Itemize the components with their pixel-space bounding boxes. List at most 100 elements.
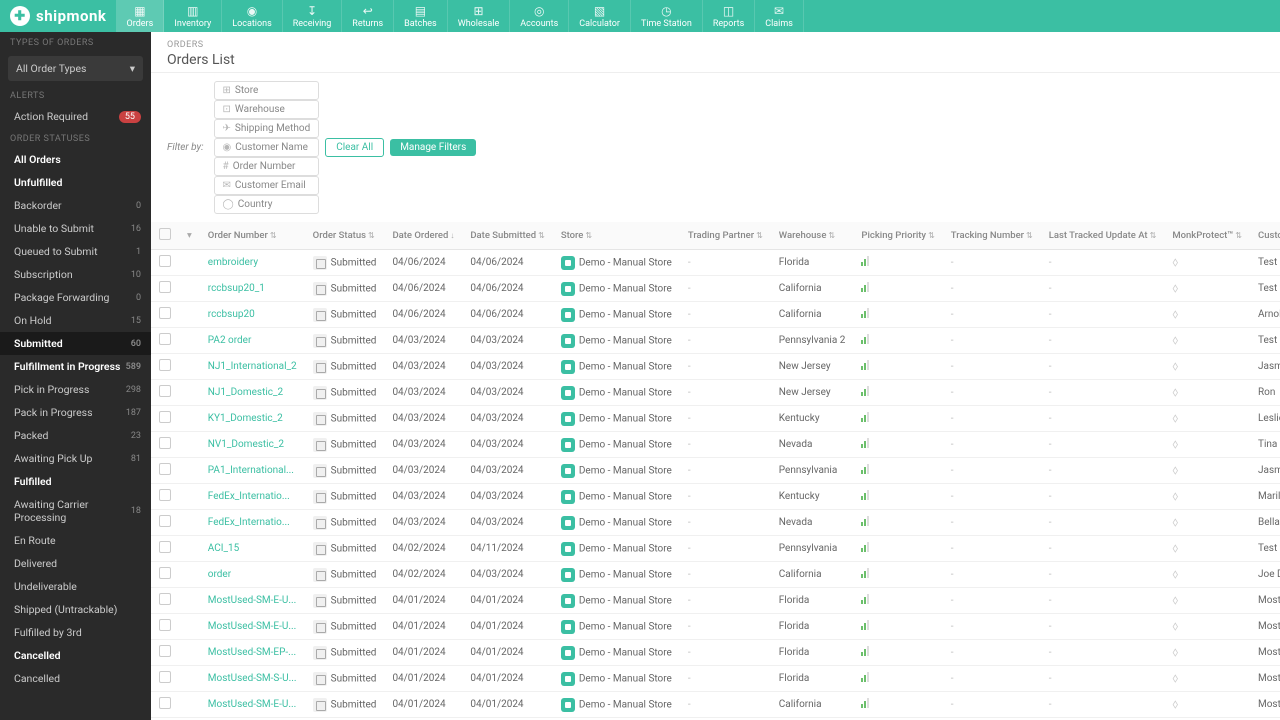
col-order-status[interactable]: Order Status⇅ <box>305 222 385 250</box>
row-checkbox[interactable] <box>159 359 171 371</box>
row-checkbox[interactable] <box>159 619 171 631</box>
order-number-link[interactable]: embroidery <box>208 257 258 268</box>
sidebar-item-action-required[interactable]: Action Required 55 <box>0 105 151 128</box>
table-row[interactable]: MostUsed-SM-E-U...Submitted04/01/202404/… <box>151 588 1280 614</box>
sidebar-item-on-hold[interactable]: On Hold15 <box>0 309 151 332</box>
brand-logo[interactable]: ✚ shipmonk <box>0 0 116 32</box>
table-row[interactable]: PA1_International...Submitted04/03/20240… <box>151 458 1280 484</box>
nav-inventory[interactable]: ▥Inventory <box>164 0 222 32</box>
col-date-submitted[interactable]: Date Submitted⇅ <box>462 222 552 250</box>
order-number-link[interactable]: PA2 order <box>208 335 252 346</box>
row-checkbox[interactable] <box>159 463 171 475</box>
col-check[interactable]: ▾ <box>179 222 200 250</box>
row-checkbox[interactable] <box>159 567 171 579</box>
table-row[interactable]: FedEx_Internatio...Submitted04/03/202404… <box>151 510 1280 536</box>
sidebar-item-cancelled[interactable]: Cancelled <box>0 667 151 690</box>
nav-calculator[interactable]: ▧Calculator <box>569 0 631 32</box>
nav-batches[interactable]: ▤Batches <box>394 0 448 32</box>
table-row[interactable]: KY1_Domestic_2Submitted04/03/202404/03/2… <box>151 406 1280 432</box>
table-row[interactable]: MostUsed-SM-E-U...Submitted04/01/202404/… <box>151 692 1280 718</box>
sidebar-item-undeliverable[interactable]: Undeliverable <box>0 575 151 598</box>
row-checkbox[interactable] <box>159 593 171 605</box>
sidebar-item-packed[interactable]: Packed23 <box>0 424 151 447</box>
filter-chip-store[interactable]: ⊞Store <box>214 81 320 100</box>
sidebar-item-package-forwarding[interactable]: Package Forwarding0 <box>0 286 151 309</box>
order-number-link[interactable]: MostUsed-SM-E-U... <box>208 621 297 632</box>
order-number-link[interactable]: rccbsup20 <box>208 309 255 320</box>
col-customer-name[interactable]: Customer Name⇅ <box>1250 222 1280 250</box>
nav-wholesale[interactable]: ⊞Wholesale <box>448 0 511 32</box>
order-number-link[interactable]: NJ1_International_2 <box>208 361 297 372</box>
nav-time-station[interactable]: ◷Time Station <box>631 0 703 32</box>
sidebar-item-all-orders[interactable]: All Orders <box>0 148 151 171</box>
sidebar-item-fulfilled[interactable]: Fulfilled <box>0 470 151 493</box>
table-scroll[interactable]: ▾Order Number⇅Order Status⇅Date Ordered↓… <box>151 222 1280 720</box>
order-number-link[interactable]: rccbsup20_1 <box>208 283 265 294</box>
sidebar-item-shipped-untrackable-[interactable]: Shipped (Untrackable) <box>0 598 151 621</box>
clear-all-button[interactable]: Clear All <box>325 138 384 157</box>
row-checkbox[interactable] <box>159 489 171 501</box>
nav-reports[interactable]: ◫Reports <box>703 0 755 32</box>
row-checkbox[interactable] <box>159 385 171 397</box>
sidebar-item-cancelled[interactable]: Cancelled <box>0 644 151 667</box>
row-checkbox[interactable] <box>159 333 171 345</box>
order-number-link[interactable]: ACI_15 <box>208 543 239 554</box>
sidebar-item-en-route[interactable]: En Route <box>0 529 151 552</box>
order-number-link[interactable]: KY1_Domestic_2 <box>208 413 283 424</box>
order-number-link[interactable]: MostUsed-SM-EP-... <box>208 647 296 658</box>
table-row[interactable]: rccbsup20Submitted04/06/202404/06/2024De… <box>151 302 1280 328</box>
col-check[interactable] <box>151 222 179 250</box>
col-tracking-number[interactable]: Tracking Number⇅ <box>943 222 1041 250</box>
filter-chip-customer-name[interactable]: ◉Customer Name <box>214 138 320 157</box>
col-last-tracked-update-at[interactable]: Last Tracked Update At⇅ <box>1041 222 1165 250</box>
nav-claims[interactable]: ✉Claims <box>755 0 804 32</box>
sidebar-item-unfulfilled[interactable]: Unfulfilled <box>0 171 151 194</box>
sidebar-item-fulfilled-by-rd[interactable]: Fulfilled by 3rd <box>0 621 151 644</box>
order-number-link[interactable]: MostUsed-SM-E-U... <box>208 595 297 606</box>
row-checkbox[interactable] <box>159 307 171 319</box>
sidebar-item-pack-in-progress[interactable]: Pack in Progress187 <box>0 401 151 424</box>
manage-filters-button[interactable]: Manage Filters <box>390 139 476 156</box>
filter-chip-customer-email[interactable]: ✉Customer Email <box>214 176 320 195</box>
row-checkbox[interactable] <box>159 671 171 683</box>
order-number-link[interactable]: PA1_International... <box>208 465 294 476</box>
sidebar-item-backorder[interactable]: Backorder0 <box>0 194 151 217</box>
sidebar-item-subscription[interactable]: Subscription10 <box>0 263 151 286</box>
col-trading-partner[interactable]: Trading Partner⇅ <box>680 222 771 250</box>
sidebar-item-submitted[interactable]: Submitted60 <box>0 332 151 355</box>
filter-chip-shipping-method[interactable]: ✈Shipping Method <box>214 119 320 138</box>
sidebar-item-unable-to-submit[interactable]: Unable to Submit16 <box>0 217 151 240</box>
row-checkbox[interactable] <box>159 541 171 553</box>
select-all-checkbox[interactable] <box>159 228 171 240</box>
order-number-link[interactable]: MostUsed-SM-E-U... <box>208 699 297 710</box>
nav-receiving[interactable]: ↧Receiving <box>283 0 343 32</box>
filter-chip-country[interactable]: ◯Country <box>214 195 320 214</box>
nav-orders[interactable]: ▦Orders <box>116 0 164 32</box>
table-row[interactable]: MostUsed-SM-E-U...Submitted04/01/202404/… <box>151 614 1280 640</box>
col-warehouse[interactable]: Warehouse⇅ <box>771 222 854 250</box>
row-checkbox[interactable] <box>159 515 171 527</box>
table-row[interactable]: embroiderySubmitted04/06/202404/06/2024D… <box>151 250 1280 276</box>
sidebar-item-queued-to-submit[interactable]: Queued to Submit1 <box>0 240 151 263</box>
sidebar-item-pick-in-progress[interactable]: Pick in Progress298 <box>0 378 151 401</box>
order-number-link[interactable]: MostUsed-SM-S-U... <box>208 673 297 684</box>
order-types-dropdown[interactable]: All Order Types ▾ <box>8 56 143 81</box>
nav-locations[interactable]: ◉Locations <box>222 0 282 32</box>
filter-chip-warehouse[interactable]: ⊡Warehouse <box>214 100 320 119</box>
table-row[interactable]: FedEx_Internatio...Submitted04/03/202404… <box>151 484 1280 510</box>
sidebar-item-fulfillment-in-progress[interactable]: Fulfillment in Progress589 <box>0 355 151 378</box>
table-row[interactable]: ACI_15Submitted04/02/202404/11/2024Demo … <box>151 536 1280 562</box>
order-number-link[interactable]: FedEx_Internatio... <box>208 517 290 528</box>
row-checkbox[interactable] <box>159 437 171 449</box>
table-row[interactable]: NJ1_Domestic_2Submitted04/03/202404/03/2… <box>151 380 1280 406</box>
chevron-down-icon[interactable]: ▾ <box>187 230 192 241</box>
col-date-ordered[interactable]: Date Ordered↓ <box>384 222 462 250</box>
nav-returns[interactable]: ↩Returns <box>342 0 394 32</box>
row-checkbox[interactable] <box>159 697 171 709</box>
col-picking-priority[interactable]: Picking Priority⇅ <box>853 222 942 250</box>
row-checkbox[interactable] <box>159 411 171 423</box>
table-row[interactable]: MostUsed-SM-EP-...Submitted04/01/202404/… <box>151 640 1280 666</box>
order-number-link[interactable]: FedEx_Internatio... <box>208 491 290 502</box>
table-row[interactable]: PA2 orderSubmitted04/03/202404/03/2024De… <box>151 328 1280 354</box>
nav-accounts[interactable]: ◎Accounts <box>510 0 569 32</box>
